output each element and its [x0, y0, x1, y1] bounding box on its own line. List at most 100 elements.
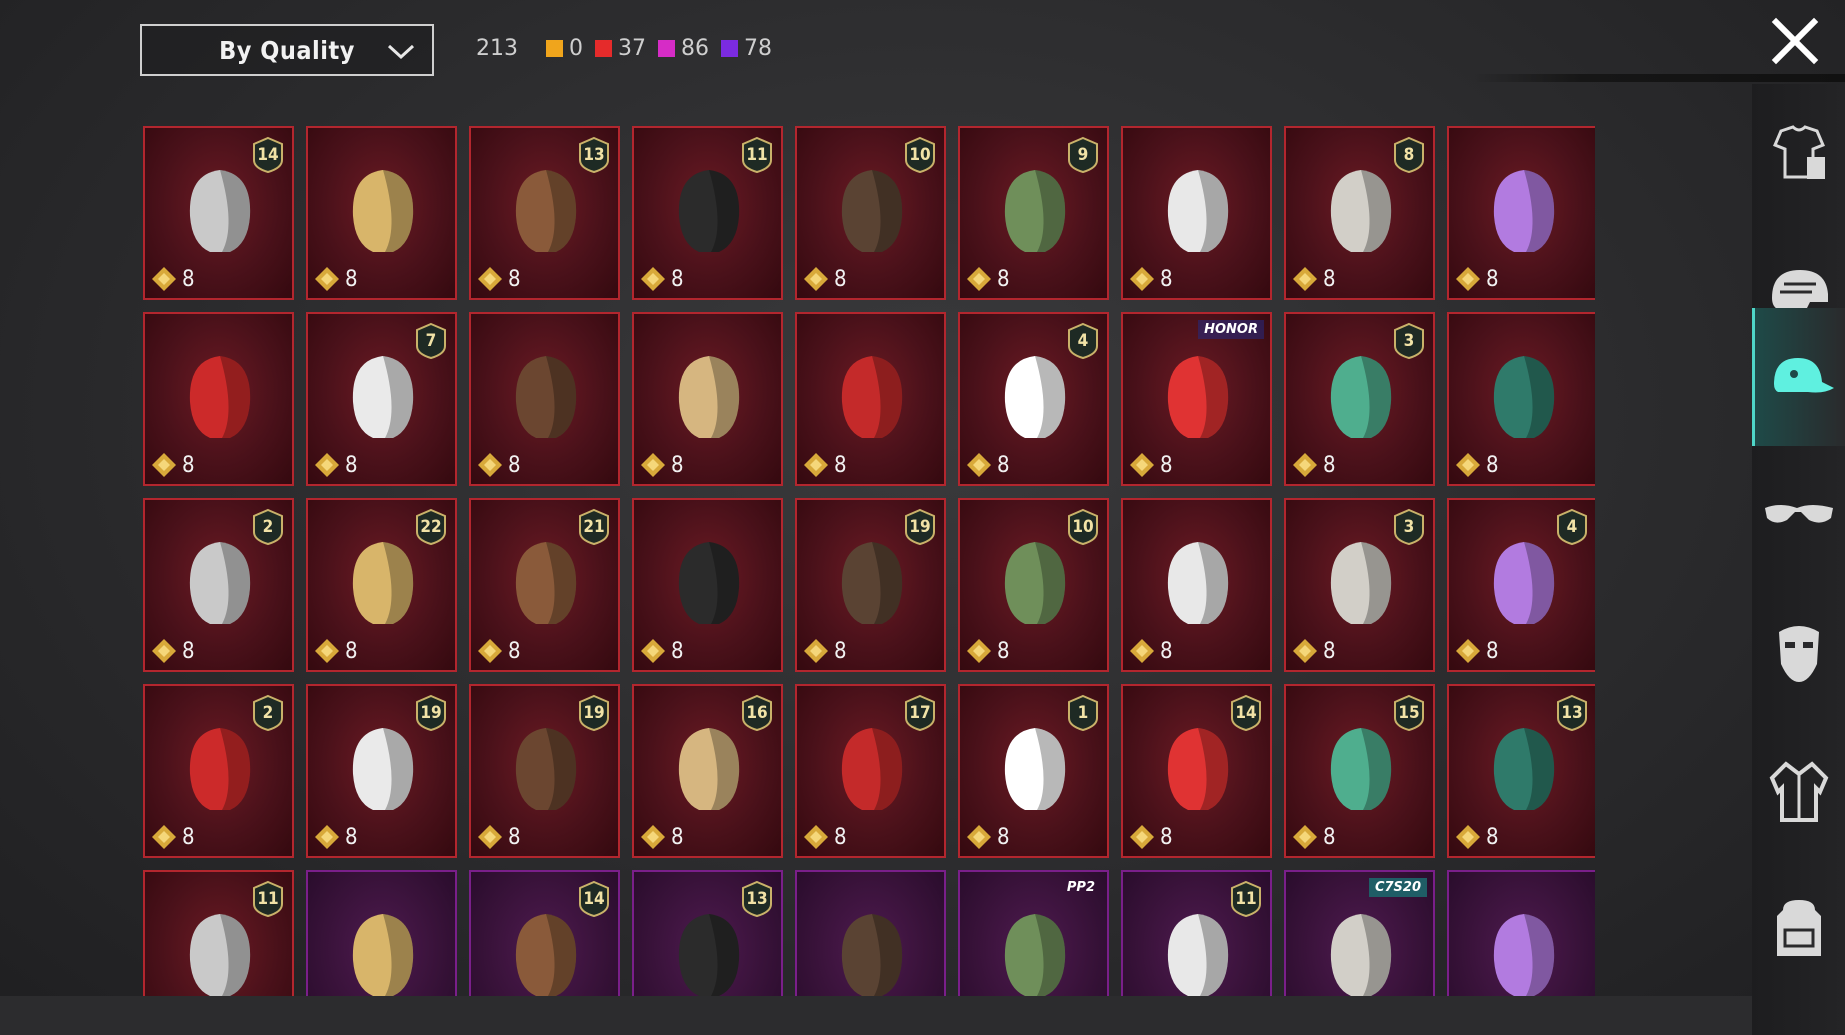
sidebar-item-outfit[interactable]	[1752, 84, 1845, 222]
item-card[interactable]: 38	[1284, 498, 1435, 672]
item-price: 8	[313, 823, 358, 851]
coin-icon	[641, 825, 665, 849]
item-card[interactable]: 17 8	[795, 684, 946, 858]
level-badge: 9	[1067, 136, 1099, 174]
item-card[interactable]: 22 8	[306, 498, 457, 672]
sidebar-item-mask[interactable]	[1752, 584, 1845, 722]
item-price-value: 8	[997, 824, 1010, 850]
level-badge: 10	[904, 136, 936, 174]
level-badge: 8	[1393, 136, 1425, 174]
coin-icon	[152, 639, 176, 663]
item-card[interactable]	[795, 870, 946, 996]
coin-icon	[804, 639, 828, 663]
item-price-value: 8	[1486, 266, 1499, 292]
item-price-value: 8	[671, 824, 684, 850]
item-card[interactable]: C7S20	[1284, 870, 1435, 996]
mask-icon	[1778, 626, 1819, 682]
item-card[interactable]: 8	[1447, 312, 1595, 486]
item-card[interactable]: 8	[1121, 498, 1272, 672]
item-card[interactable]: 11	[143, 870, 294, 996]
level-badge: 13	[578, 136, 610, 174]
item-card[interactable]: 11	[1121, 870, 1272, 996]
item-card[interactable]: 28	[143, 498, 294, 672]
item-price-value: 8	[1486, 452, 1499, 478]
item-card[interactable]: 8	[632, 498, 783, 672]
item-card[interactable]: 8	[795, 312, 946, 486]
item-card[interactable]: 19 8	[306, 684, 457, 858]
item-card[interactable]: 11 8	[632, 126, 783, 300]
close-icon[interactable]	[1768, 14, 1822, 68]
level-badge-value: 19	[583, 703, 605, 723]
item-price-value: 8	[1160, 824, 1173, 850]
item-card[interactable]: 8	[306, 126, 457, 300]
item-card[interactable]: 8	[1121, 126, 1272, 300]
item-card[interactable]: HONOR 8	[1121, 312, 1272, 486]
item-card[interactable]: 48	[1447, 498, 1595, 672]
item-card[interactable]: 10 8	[795, 126, 946, 300]
item-price: 8	[1128, 637, 1173, 665]
item-card[interactable]: 8	[469, 312, 620, 486]
item-card[interactable]: 13 8	[1447, 684, 1595, 858]
item-card[interactable]: 16 8	[632, 684, 783, 858]
coin-icon	[1456, 639, 1480, 663]
sidebar-item-glasses[interactable]	[1752, 446, 1845, 584]
item-price: 8	[1454, 451, 1499, 479]
coin-icon	[152, 267, 176, 291]
item-price: 8	[150, 451, 195, 479]
item-card[interactable]: 38	[1284, 312, 1435, 486]
item-card[interactable]: PP2	[958, 870, 1109, 996]
item-card[interactable]: 28	[143, 684, 294, 858]
item-price-value: 8	[997, 638, 1010, 664]
epic-swatch	[658, 40, 675, 57]
item-art-panda-head	[1004, 914, 1066, 996]
sidebar-item-backpack[interactable]	[1752, 860, 1845, 998]
item-card[interactable]	[1447, 870, 1595, 996]
level-badge-value: 14	[583, 889, 605, 909]
item-card[interactable]: 14 8	[143, 126, 294, 300]
coin-icon	[804, 267, 828, 291]
item-price: 8	[476, 265, 521, 293]
item-card[interactable]: 98	[958, 126, 1109, 300]
level-badge-value: 19	[909, 517, 931, 537]
level-badge: 15	[1393, 694, 1425, 732]
item-card[interactable]	[306, 870, 457, 996]
item-price: 8	[965, 823, 1010, 851]
item-card[interactable]: 13 8	[469, 126, 620, 300]
item-price: 8	[802, 823, 847, 851]
item-card[interactable]: 8	[632, 312, 783, 486]
item-price: 8	[1128, 265, 1173, 293]
coin-icon	[641, 639, 665, 663]
item-card[interactable]: 14	[469, 870, 620, 996]
coin-icon	[1293, 267, 1317, 291]
sidebar-item-hat[interactable]	[1752, 308, 1845, 446]
item-card[interactable]: 8	[1447, 126, 1595, 300]
level-badge: 14	[578, 880, 610, 918]
item-price: 8	[639, 265, 684, 293]
item-card[interactable]: 14 8	[1121, 684, 1272, 858]
item-card[interactable]: 13	[632, 870, 783, 996]
count-epic: 86	[658, 36, 709, 61]
level-badge-value: 13	[583, 145, 605, 165]
item-card[interactable]: 18	[958, 684, 1109, 858]
coin-icon	[478, 453, 502, 477]
level-badge-value: 22	[420, 517, 442, 537]
coin-icon	[1130, 453, 1154, 477]
item-card[interactable]: 8	[143, 312, 294, 486]
chevron-down-icon	[387, 44, 415, 60]
item-price-value: 8	[671, 266, 684, 292]
item-price-value: 8	[1323, 824, 1336, 850]
item-card[interactable]: 88	[1284, 126, 1435, 300]
item-card[interactable]: 48	[958, 312, 1109, 486]
item-card[interactable]: 21 8	[469, 498, 620, 672]
sidebar-item-jacket[interactable]	[1752, 722, 1845, 860]
level-badge: 14	[1230, 694, 1262, 732]
sort-dropdown[interactable]: By Quality	[140, 24, 434, 76]
item-card[interactable]: 78	[306, 312, 457, 486]
item-price-value: 8	[508, 824, 521, 850]
item-card[interactable]: 15 8	[1284, 684, 1435, 858]
item-card[interactable]: 19 8	[469, 684, 620, 858]
item-card[interactable]: 19 8	[795, 498, 946, 672]
coin-icon	[315, 639, 339, 663]
item-card[interactable]: 10 8	[958, 498, 1109, 672]
level-badge-value: 15	[1398, 703, 1420, 723]
